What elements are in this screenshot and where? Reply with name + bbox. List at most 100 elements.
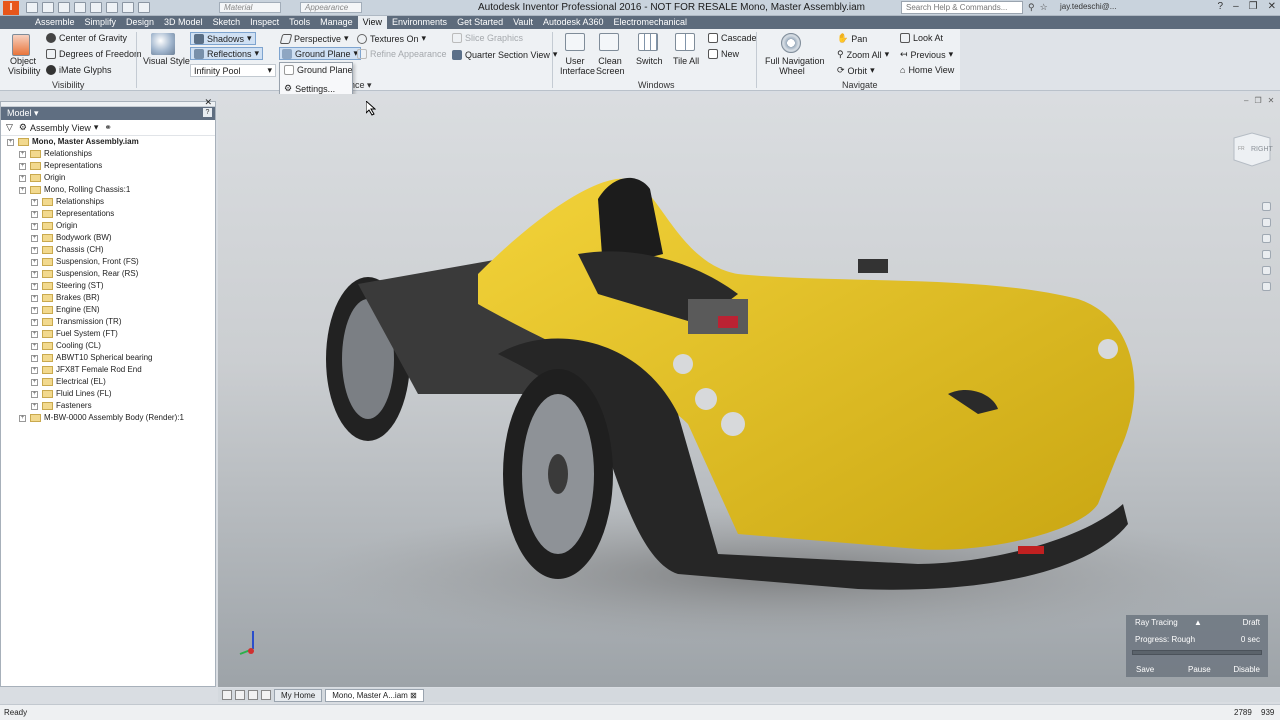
tree-node[interactable]: + Bodywork (BW)	[1, 232, 215, 244]
settings-menu-item[interactable]: ⚙ Settings...	[284, 83, 335, 94]
shadows-button[interactable]: Shadows ▾	[190, 32, 256, 45]
expand-icon[interactable]: +	[19, 186, 26, 194]
expand-icon[interactable]: +	[31, 210, 38, 218]
new-icon[interactable]	[26, 2, 38, 13]
user-interface-icon[interactable]	[565, 33, 585, 51]
perspective-button[interactable]: Perspective ▾	[279, 33, 349, 44]
tree-node[interactable]: + Fuel System (FT)	[1, 328, 215, 340]
binoculars-icon[interactable]: ⚲	[1028, 2, 1035, 13]
expand-icon[interactable]: +	[31, 390, 38, 398]
zoom-all-button[interactable]: ⚲ Zoom All ▾	[837, 49, 889, 60]
center-of-gravity-button[interactable]: Center of Gravity	[46, 33, 127, 43]
expand-icon[interactable]: +	[31, 258, 38, 266]
steering-wheel-icon[interactable]	[1261, 202, 1271, 211]
star-icon[interactable]: ☆	[1040, 2, 1048, 13]
chevron-down-icon[interactable]: ▾	[367, 80, 372, 90]
tab-master-assembly[interactable]: Mono, Master A...iam ⊠	[325, 688, 424, 702]
filter-icon[interactable]: ▽	[6, 122, 13, 133]
expand-icon[interactable]: +	[19, 414, 26, 422]
customize-icon[interactable]	[1261, 282, 1271, 291]
tree-node[interactable]: + Origin	[1, 172, 215, 184]
slice-graphics-button[interactable]: Slice Graphics	[452, 33, 523, 43]
tab-get-started[interactable]: Get Started	[452, 16, 508, 29]
expand-icon[interactable]: +	[31, 198, 38, 206]
tree-node[interactable]: + Mono, Master Assembly.iam	[1, 136, 215, 148]
switch-icon[interactable]	[638, 33, 658, 51]
close-icon[interactable]: ⊠	[410, 691, 417, 700]
tree-node[interactable]: + Suspension, Rear (RS)	[1, 268, 215, 280]
environment-select[interactable]: Infinity Pool ▾	[190, 64, 276, 77]
tree-node[interactable]: + Steering (ST)	[1, 280, 215, 292]
expand-icon[interactable]: +	[31, 402, 38, 410]
save-icon[interactable]	[58, 2, 70, 13]
expand-icon[interactable]: +	[19, 162, 26, 170]
expand-icon[interactable]: +	[19, 150, 26, 158]
tree-node[interactable]: + Relationships	[1, 196, 215, 208]
assembly-view-select[interactable]: ⚙ Assembly View ▾	[19, 122, 98, 133]
undo-icon[interactable]	[74, 2, 86, 13]
tree-node[interactable]: + Relationships	[1, 148, 215, 160]
ground-plane-menu-item[interactable]: Ground Plane	[284, 65, 353, 75]
expand-icon[interactable]: +	[7, 138, 14, 146]
pause-button[interactable]: Pause	[1188, 665, 1211, 674]
appearance-dropdown[interactable]: Appearance	[300, 2, 362, 13]
ground-plane-button[interactable]: Ground Plane ▾	[279, 47, 362, 60]
tree-node[interactable]: + Mono, Rolling Chassis:1	[1, 184, 215, 196]
tab-view[interactable]: View	[357, 16, 388, 29]
tree-node[interactable]: + Transmission (TR)	[1, 316, 215, 328]
disable-button[interactable]: Disable	[1233, 665, 1260, 674]
tab-3d-model[interactable]: 3D Model	[159, 16, 208, 29]
expand-icon[interactable]: +	[31, 246, 38, 254]
restore-button[interactable]: ❐	[1249, 1, 1258, 12]
home-view-button[interactable]: ⌂ Home View	[900, 65, 954, 75]
model-browser-header[interactable]: Model ▾ ?	[1, 107, 215, 120]
refine-appearance-button[interactable]: Refine Appearance	[357, 49, 447, 59]
reflections-button[interactable]: Reflections ▾	[190, 47, 264, 60]
expand-icon[interactable]: +	[31, 294, 38, 302]
tree-node[interactable]: + Fluid Lines (FL)	[1, 388, 215, 400]
graphics-viewport[interactable]: – ❐ ✕ FR RIGHT	[218, 94, 1280, 687]
tab-sketch[interactable]: Sketch	[208, 16, 246, 29]
tree-node[interactable]: + Cooling (CL)	[1, 340, 215, 352]
tree-node[interactable]: + Representations	[1, 160, 215, 172]
look-at-icon[interactable]	[1261, 266, 1271, 275]
visual-style-icon[interactable]	[151, 33, 175, 55]
open-icon[interactable]	[42, 2, 54, 13]
expand-icon[interactable]: +	[19, 174, 26, 182]
navigation-wheel-icon[interactable]	[781, 33, 801, 53]
close-button[interactable]: ✕	[1268, 96, 1275, 105]
tab-electromechanical[interactable]: Electromechanical	[609, 16, 693, 29]
home-icon[interactable]	[106, 2, 118, 13]
tile-all-button[interactable]: Tile All	[673, 56, 699, 66]
object-visibility-icon[interactable]	[12, 34, 30, 56]
tree-node[interactable]: + Suspension, Front (FS)	[1, 256, 215, 268]
switch-button[interactable]: Switch	[636, 56, 663, 66]
chevron-up-icon[interactable]: ▲	[1194, 618, 1202, 627]
expand-icon[interactable]: +	[31, 270, 38, 278]
redo-icon[interactable]	[90, 2, 102, 13]
tile-vertical-icon[interactable]	[235, 690, 245, 700]
ray-tracing-quality[interactable]: Draft	[1243, 618, 1260, 627]
material-dropdown[interactable]: Material	[219, 2, 281, 13]
user-account[interactable]: jay.tedeschi@...	[1060, 2, 1116, 11]
tab-inspect[interactable]: Inspect	[245, 16, 284, 29]
expand-icon[interactable]: +	[31, 342, 38, 350]
save-button[interactable]: Save	[1136, 665, 1154, 674]
orbit-button[interactable]: ⟳ Orbit ▾	[837, 65, 875, 76]
cascade-button[interactable]: Cascade	[708, 33, 757, 43]
help-icon[interactable]: ?	[203, 108, 212, 117]
tree-node[interactable]: + ABWT10 Spherical bearing	[1, 352, 215, 364]
restore-button[interactable]: ❐	[1254, 96, 1261, 105]
binoculars-icon[interactable]: ⚭	[104, 122, 112, 133]
expand-icon[interactable]: +	[31, 378, 38, 386]
user-interface-button[interactable]: User Interface	[560, 56, 595, 76]
visual-style-button[interactable]: Visual Style	[143, 56, 190, 66]
pan-icon[interactable]	[1261, 218, 1271, 227]
tile-horizontal-icon[interactable]	[222, 690, 232, 700]
tab-my-home[interactable]: My Home	[274, 688, 323, 702]
full-navigation-wheel-button[interactable]: Full Navigation Wheel	[765, 56, 825, 76]
select-icon[interactable]	[138, 2, 150, 13]
help-icon[interactable]: ?	[1218, 1, 1224, 12]
inventor-logo[interactable]: I	[3, 1, 19, 15]
tree-node[interactable]: + Chassis (CH)	[1, 244, 215, 256]
